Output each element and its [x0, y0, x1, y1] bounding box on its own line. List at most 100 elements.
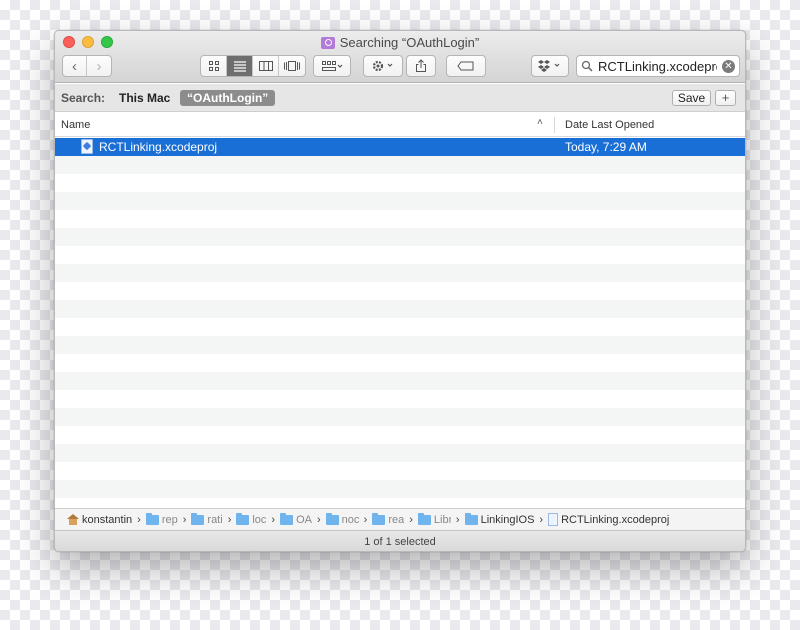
- path-item-label: RCTLinking.xcodeproj: [561, 513, 670, 526]
- table-row[interactable]: RCTLinking.xcodeproj Today, 7:29 AM: [55, 138, 745, 156]
- action-menu-button[interactable]: [364, 56, 402, 76]
- empty-row: [55, 498, 745, 506]
- save-search-button[interactable]: Save: [672, 90, 711, 106]
- share-button[interactable]: [407, 56, 435, 76]
- empty-row: [55, 444, 745, 462]
- list-view-button[interactable]: [227, 56, 253, 76]
- clear-search-icon[interactable]: ✕: [722, 59, 735, 73]
- tags-button[interactable]: [447, 56, 485, 76]
- empty-row: [55, 264, 745, 282]
- path-item-file[interactable]: RCTLinking.xcodeproj: [548, 513, 669, 526]
- column-divider[interactable]: [554, 117, 555, 133]
- path-item-label: rati: [207, 513, 223, 526]
- empty-row: [55, 246, 745, 264]
- chevron-right-icon: ›: [96, 57, 102, 75]
- empty-row: [55, 318, 745, 336]
- dropbox-icon: [538, 60, 560, 72]
- file-date: Today, 7:29 AM: [565, 140, 647, 154]
- path-item-label: OA: [296, 513, 312, 526]
- view-mode-buttons: [200, 55, 306, 77]
- columns-icon: [258, 61, 273, 71]
- path-item-label: LinkingIOS: [480, 513, 535, 526]
- folder-icon: [236, 512, 250, 525]
- path-item-folder[interactable]: noc: [325, 512, 359, 526]
- empty-row: [55, 228, 745, 246]
- empty-row: [55, 156, 745, 174]
- empty-row: [55, 462, 745, 480]
- name-column-header[interactable]: Name: [61, 119, 90, 131]
- list-lines-icon: [233, 61, 246, 72]
- chevron-left-icon: ‹: [72, 57, 77, 75]
- path-item-label: loc: [252, 513, 267, 526]
- empty-row: [55, 192, 745, 210]
- path-separator: ›: [317, 513, 321, 526]
- search-field[interactable]: ✕: [576, 55, 740, 77]
- empty-row: [55, 210, 745, 228]
- dropbox-menu-button[interactable]: [532, 56, 568, 76]
- results-list: RCTLinking.xcodeproj Today, 7:29 AM: [55, 138, 745, 506]
- window-title: Searching “OAuthLogin”: [55, 35, 745, 50]
- column-view-button[interactable]: [253, 56, 279, 76]
- folder-icon: [417, 512, 431, 525]
- empty-row: [55, 336, 745, 354]
- scope-current-folder[interactable]: “OAuthLogin”: [180, 90, 276, 106]
- empty-row: [55, 300, 745, 318]
- path-item-folder[interactable]: LinkingIOS: [464, 512, 535, 526]
- home-icon: [67, 514, 79, 525]
- empty-row: [55, 390, 745, 408]
- cover-flow-view-button[interactable]: [279, 56, 305, 76]
- arrange-menu-button[interactable]: [314, 56, 350, 76]
- path-item-home[interactable]: konstantin: [67, 514, 132, 526]
- forward-button[interactable]: ›: [87, 56, 111, 76]
- path-item-folder[interactable]: Libr: [417, 512, 451, 526]
- selection-status: 1 of 1 selected: [364, 536, 436, 548]
- path-item-folder[interactable]: rati: [191, 512, 223, 526]
- column-header: Name ˄ Date Last Opened: [55, 113, 745, 137]
- empty-row: [55, 408, 745, 426]
- search-scope-label: Search:: [61, 91, 106, 105]
- toolbar: Searching “OAuthLogin” ‹ › RCTLinking.xc…: [55, 31, 745, 83]
- path-separator: ›: [455, 513, 460, 526]
- xcodeproj-file-icon: [81, 139, 93, 154]
- path-separator: ›: [409, 513, 413, 526]
- empty-row: [55, 480, 745, 498]
- dropbox-group: [531, 55, 569, 77]
- search-input[interactable]: [598, 58, 717, 74]
- back-button[interactable]: ‹: [63, 56, 87, 76]
- share-icon: [416, 59, 426, 72]
- cover-flow-icon: [284, 61, 300, 71]
- tag-group: [446, 55, 486, 77]
- icon-grid-icon: [208, 61, 219, 71]
- folder-icon: [325, 512, 339, 525]
- path-item-folder[interactable]: loc: [236, 512, 267, 526]
- gear-icon: [372, 60, 393, 72]
- status-bar: 1 of 1 selected: [55, 530, 745, 551]
- empty-row: [55, 426, 745, 444]
- empty-row: [55, 174, 745, 192]
- path-item-label: noc: [341, 513, 359, 526]
- icon-view-button[interactable]: [201, 56, 227, 76]
- finder-window: Searching “OAuthLogin” ‹ › RCTLinking.xc…: [54, 30, 746, 552]
- tag-icon: [457, 61, 474, 71]
- path-bar: konstantin › rep › rati › loc › OA › noc…: [55, 508, 745, 530]
- folder-icon: [280, 512, 294, 525]
- empty-row: [55, 372, 745, 390]
- path-item-folder[interactable]: OA: [280, 512, 312, 526]
- folder-icon: [372, 512, 386, 525]
- arrange-grid-icon: [322, 61, 343, 71]
- scope-this-mac[interactable]: This Mac: [119, 91, 170, 105]
- search-icon: [581, 60, 593, 72]
- add-criteria-button[interactable]: +: [715, 90, 736, 106]
- empty-row: [55, 354, 745, 372]
- path-item-folder[interactable]: rep: [145, 512, 178, 526]
- navigation-buttons: ‹ ›: [62, 55, 112, 77]
- sort-ascending-icon: ˄: [537, 117, 543, 128]
- date-column-header[interactable]: Date Last Opened: [565, 119, 654, 131]
- folder-icon: [145, 512, 159, 525]
- path-separator: ›: [182, 513, 187, 526]
- path-separator: ›: [271, 513, 276, 526]
- path-item-folder[interactable]: rea: [372, 512, 405, 526]
- folder-icon: [191, 512, 205, 525]
- folder-icon: [464, 512, 478, 525]
- path-item-label: rea: [388, 513, 405, 526]
